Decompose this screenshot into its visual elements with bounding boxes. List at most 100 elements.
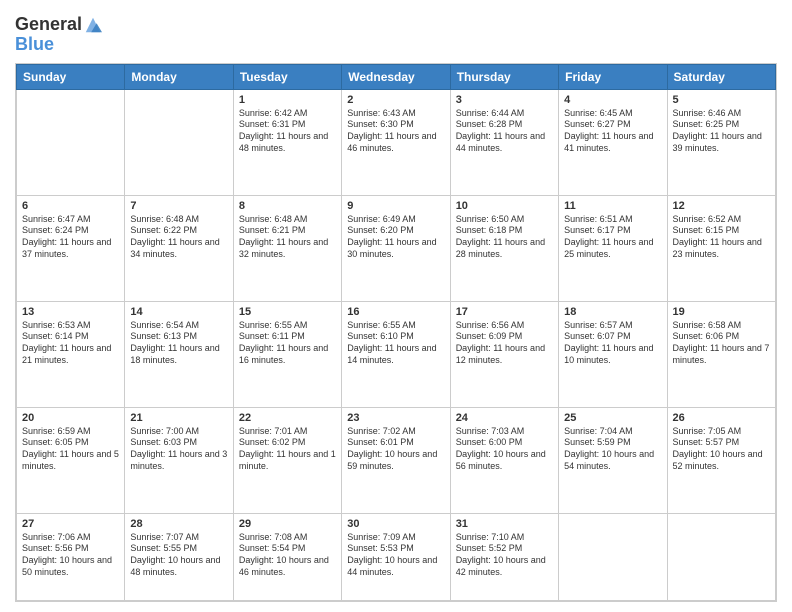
day-number: 10 [456,200,553,212]
day-number: 6 [22,200,119,212]
header: General Blue [15,15,777,55]
day-content: Sunrise: 6:47 AM Sunset: 6:24 PM Dayligh… [22,214,119,261]
calendar-cell: 29 Sunrise: 7:08 AM Sunset: 5:54 PM Dayli… [233,513,341,600]
day-header-tuesday: Tuesday [233,64,341,89]
week-row-2: 6 Sunrise: 6:47 AM Sunset: 6:24 PM Daylig… [17,195,776,301]
day-number: 12 [673,200,770,212]
logo-blue-text: Blue [15,35,102,55]
calendar-cell: 28 Sunrise: 7:07 AM Sunset: 5:55 PM Dayli… [125,513,233,600]
day-content: Sunrise: 6:48 AM Sunset: 6:21 PM Dayligh… [239,214,336,261]
calendar-cell: 10Sunrise: 6:50 AM Sunset: 6:18 PM Dayli… [450,195,558,301]
day-number: 8 [239,200,336,212]
day-number: 1 [239,94,336,106]
calendar-cell: 7 Sunrise: 6:48 AM Sunset: 6:22 PM Daylig… [125,195,233,301]
day-number: 17 [456,306,553,318]
calendar-cell: 22 Sunrise: 7:01 AM Sunset: 6:02 PM Dayli… [233,407,341,513]
calendar-cell [559,513,667,600]
day-content: Sunrise: 6:58 AM Sunset: 6:06 PM Dayligh… [673,320,770,367]
day-number: 28 [130,518,227,530]
week-row-4: 20 Sunrise: 6:59 AM Sunset: 6:05 PM Dayli… [17,407,776,513]
day-number: 26 [673,412,770,424]
day-header-saturday: Saturday [667,64,775,89]
day-content: Sunrise: 6:59 AM Sunset: 6:05 PM Dayligh… [22,426,119,473]
week-row-5: 27 Sunrise: 7:06 AM Sunset: 5:56 PM Dayli… [17,513,776,600]
calendar-cell: 1 Sunrise: 6:42 AM Sunset: 6:31 PM Daylig… [233,89,341,195]
day-number: 15 [239,306,336,318]
calendar-table: SundayMondayTuesdayWednesdayThursdayFrid… [16,64,776,601]
calendar-cell: 16 Sunrise: 6:55 AM Sunset: 6:10 PM Dayli… [342,301,450,407]
day-content: Sunrise: 7:05 AM Sunset: 5:57 PM Dayligh… [673,426,770,473]
calendar-cell: 2Sunrise: 6:43 AM Sunset: 6:30 PM Daylig… [342,89,450,195]
calendar-cell: 15 Sunrise: 6:55 AM Sunset: 6:11 PM Dayli… [233,301,341,407]
day-number: 4 [564,94,661,106]
calendar-cell: 5 Sunrise: 6:46 AM Sunset: 6:25 PM Daylig… [667,89,775,195]
day-content: Sunrise: 6:48 AM Sunset: 6:22 PM Dayligh… [130,214,227,261]
day-number: 13 [22,306,119,318]
day-number: 29 [239,518,336,530]
day-header-monday: Monday [125,64,233,89]
day-content: Sunrise: 7:03 AM Sunset: 6:00 PM Dayligh… [456,426,553,473]
calendar-cell: 20 Sunrise: 6:59 AM Sunset: 6:05 PM Dayli… [17,407,125,513]
day-content: Sunrise: 7:09 AM Sunset: 5:53 PM Dayligh… [347,532,444,579]
day-content: Sunrise: 6:49 AM Sunset: 6:20 PM Dayligh… [347,214,444,261]
logo-text: General [15,15,82,35]
day-content: Sunrise: 7:08 AM Sunset: 5:54 PM Dayligh… [239,532,336,579]
day-number: 24 [456,412,553,424]
day-content: Sunrise: 7:06 AM Sunset: 5:56 PM Dayligh… [22,532,119,579]
logo: General Blue [15,15,102,55]
calendar-cell: 9 Sunrise: 6:49 AM Sunset: 6:20 PM Daylig… [342,195,450,301]
calendar-cell: 23 Sunrise: 7:02 AM Sunset: 6:01 PM Dayli… [342,407,450,513]
day-content: Sunrise: 7:04 AM Sunset: 5:59 PM Dayligh… [564,426,661,473]
day-content: Sunrise: 6:51 AM Sunset: 6:17 PM Dayligh… [564,214,661,261]
calendar-cell: 21 Sunrise: 7:00 AM Sunset: 6:03 PM Dayli… [125,407,233,513]
calendar-cell [17,89,125,195]
day-content: Sunrise: 6:55 AM Sunset: 6:10 PM Dayligh… [347,320,444,367]
calendar-cell: 24 Sunrise: 7:03 AM Sunset: 6:00 PM Dayli… [450,407,558,513]
day-number: 23 [347,412,444,424]
day-number: 7 [130,200,227,212]
day-content: Sunrise: 6:53 AM Sunset: 6:14 PM Dayligh… [22,320,119,367]
logo-icon [84,16,102,34]
day-content: Sunrise: 7:00 AM Sunset: 6:03 PM Dayligh… [130,426,227,473]
day-header-friday: Friday [559,64,667,89]
calendar-cell [667,513,775,600]
day-content: Sunrise: 7:07 AM Sunset: 5:55 PM Dayligh… [130,532,227,579]
calendar-cell: 14Sunrise: 6:54 AM Sunset: 6:13 PM Dayli… [125,301,233,407]
day-content: Sunrise: 6:52 AM Sunset: 6:15 PM Dayligh… [673,214,770,261]
day-number: 3 [456,94,553,106]
calendar-cell: 12 Sunrise: 6:52 AM Sunset: 6:15 PM Dayli… [667,195,775,301]
week-row-1: 1 Sunrise: 6:42 AM Sunset: 6:31 PM Daylig… [17,89,776,195]
day-content: Sunrise: 6:56 AM Sunset: 6:09 PM Dayligh… [456,320,553,367]
calendar-cell: 26 Sunrise: 7:05 AM Sunset: 5:57 PM Dayli… [667,407,775,513]
day-number: 11 [564,200,661,212]
day-content: Sunrise: 6:42 AM Sunset: 6:31 PM Dayligh… [239,108,336,155]
calendar-cell [125,89,233,195]
week-row-3: 13 Sunrise: 6:53 AM Sunset: 6:14 PM Dayli… [17,301,776,407]
day-content: Sunrise: 6:55 AM Sunset: 6:11 PM Dayligh… [239,320,336,367]
calendar-cell: 17 Sunrise: 6:56 AM Sunset: 6:09 PM Dayli… [450,301,558,407]
calendar-cell: 13 Sunrise: 6:53 AM Sunset: 6:14 PM Dayli… [17,301,125,407]
calendar-cell: 8 Sunrise: 6:48 AM Sunset: 6:21 PM Daylig… [233,195,341,301]
day-number: 31 [456,518,553,530]
day-content: Sunrise: 7:01 AM Sunset: 6:02 PM Dayligh… [239,426,336,473]
calendar-cell: 30 Sunrise: 7:09 AM Sunset: 5:53 PM Dayli… [342,513,450,600]
calendar-cell: 27 Sunrise: 7:06 AM Sunset: 5:56 PM Dayli… [17,513,125,600]
calendar-cell: 25 Sunrise: 7:04 AM Sunset: 5:59 PM Dayli… [559,407,667,513]
day-number: 25 [564,412,661,424]
day-number: 5 [673,94,770,106]
day-number: 30 [347,518,444,530]
day-content: Sunrise: 7:02 AM Sunset: 6:01 PM Dayligh… [347,426,444,473]
day-number: 27 [22,518,119,530]
day-number: 16 [347,306,444,318]
day-number: 20 [22,412,119,424]
day-number: 21 [130,412,227,424]
day-number: 22 [239,412,336,424]
day-content: Sunrise: 6:44 AM Sunset: 6:28 PM Dayligh… [456,108,553,155]
day-content: Sunrise: 6:46 AM Sunset: 6:25 PM Dayligh… [673,108,770,155]
calendar-cell: 18Sunrise: 6:57 AM Sunset: 6:07 PM Dayli… [559,301,667,407]
calendar-cell: 31Sunrise: 7:10 AM Sunset: 5:52 PM Dayli… [450,513,558,600]
calendar: SundayMondayTuesdayWednesdayThursdayFrid… [15,63,777,602]
calendar-cell: 4Sunrise: 6:45 AM Sunset: 6:27 PM Daylig… [559,89,667,195]
page: General Blue SundayMondayTuesdayWednesda… [0,0,792,612]
day-number: 9 [347,200,444,212]
